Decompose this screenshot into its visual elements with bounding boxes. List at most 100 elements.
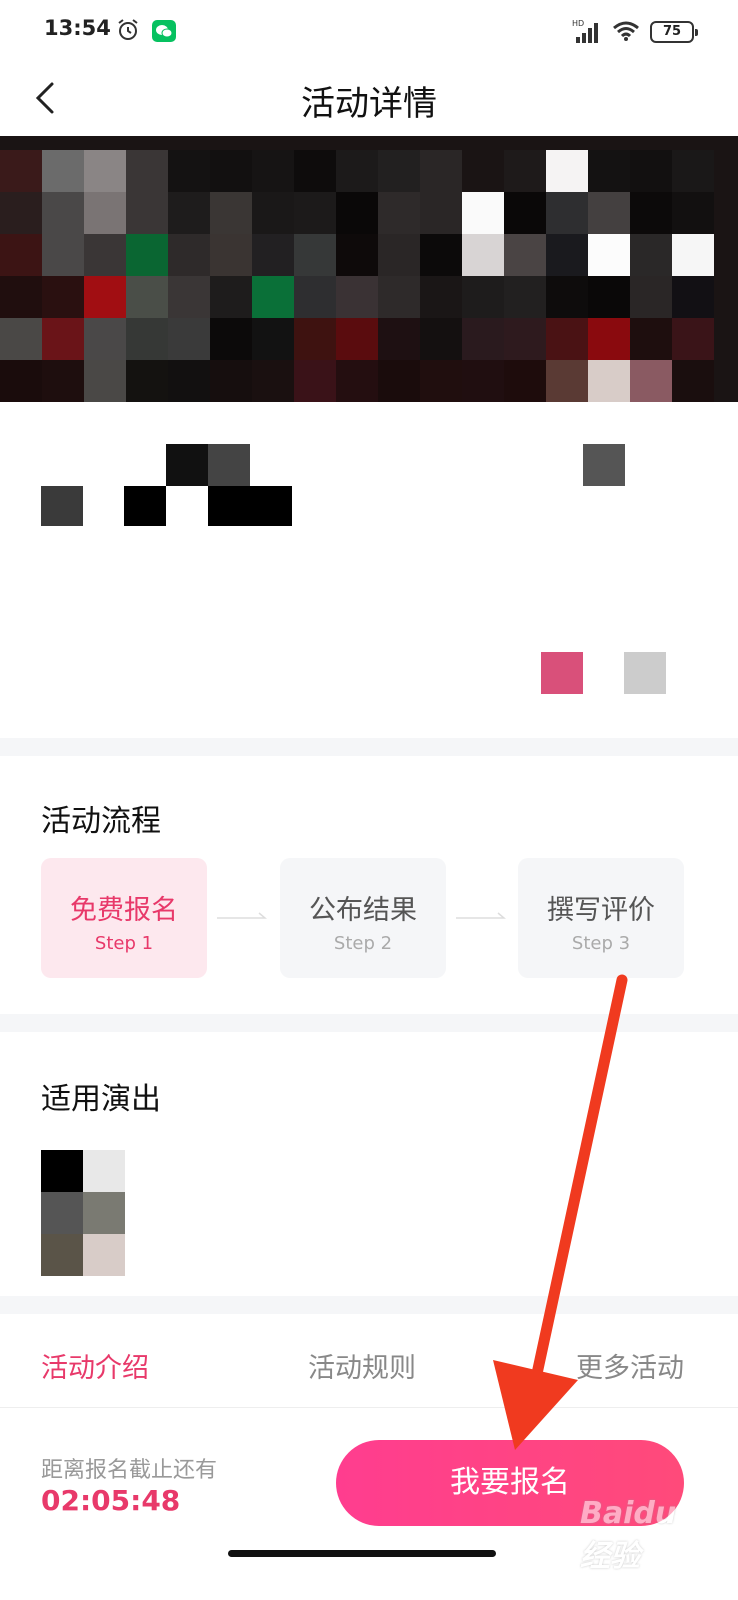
banner-pixel	[504, 318, 546, 360]
banner-pixel	[42, 192, 84, 234]
banner-pixel	[672, 318, 714, 360]
banner-pixel	[210, 276, 252, 318]
banner-pixel	[588, 150, 630, 192]
detail-tabs: 活动介绍 活动规则 更多活动	[0, 1318, 738, 1408]
banner-pixel	[168, 318, 210, 360]
banner-pixel	[126, 150, 168, 192]
battery-icon: 75	[650, 21, 698, 43]
banner-pixel	[42, 360, 84, 402]
banner-pixel	[336, 360, 378, 402]
banner-pixel	[336, 234, 378, 276]
activity-banner-image	[0, 136, 738, 402]
banner-pixel	[630, 318, 672, 360]
battery-level: 75	[662, 24, 682, 39]
signal-icon: HD	[572, 19, 598, 43]
home-indicator[interactable]	[228, 1550, 496, 1557]
arrow-right-icon	[217, 912, 267, 919]
banner-pixel	[378, 318, 420, 360]
banner-pixel	[588, 360, 630, 402]
banner-pixel	[42, 150, 84, 192]
step-card-review[interactable]: 撰写评价 Step 3	[518, 858, 684, 978]
banner-pixel	[546, 360, 588, 402]
banner-pixel	[420, 360, 462, 402]
banner-pixel	[672, 360, 714, 402]
section-divider	[0, 1014, 738, 1032]
banner-pixel	[294, 234, 336, 276]
banner-pixel	[84, 150, 126, 192]
tab-rules[interactable]: 活动规则	[308, 1346, 416, 1385]
banner-pixel	[378, 234, 420, 276]
step-name: 撰写评价	[547, 895, 655, 926]
tab-more[interactable]: 更多活动	[576, 1346, 684, 1385]
step-name: 公布结果	[309, 895, 417, 926]
step-card-signup[interactable]: 免费报名 Step 1	[41, 858, 207, 978]
banner-pixel	[42, 234, 84, 276]
banner-pixel	[336, 276, 378, 318]
banner-pixel	[546, 318, 588, 360]
censored-block	[83, 1150, 125, 1192]
section-divider	[0, 738, 738, 756]
banner-pixel	[210, 360, 252, 402]
banner-pixel	[210, 150, 252, 192]
banner-pixel	[672, 276, 714, 318]
banner-pixel	[126, 360, 168, 402]
banner-pixel	[0, 360, 42, 402]
censored-block	[624, 652, 666, 694]
censored-block	[41, 1234, 83, 1276]
banner-pixel	[462, 276, 504, 318]
banner-pixel	[84, 192, 126, 234]
banner-pixel	[210, 234, 252, 276]
banner-pixel	[462, 318, 504, 360]
censored-block	[208, 486, 292, 526]
banner-pixel	[252, 192, 294, 234]
network-badge: HD	[572, 19, 584, 28]
banner-pixel	[378, 276, 420, 318]
step-name: 免费报名	[70, 895, 178, 926]
banner-pixel	[126, 234, 168, 276]
banner-pixel	[462, 234, 504, 276]
banner-pixel	[294, 318, 336, 360]
banner-pixel	[504, 150, 546, 192]
banner-pixel	[588, 234, 630, 276]
censored-block	[83, 1192, 125, 1234]
censored-block	[41, 1150, 83, 1192]
alarm-icon	[118, 19, 138, 40]
banner-pixel	[0, 192, 42, 234]
section-divider	[0, 1296, 738, 1314]
banner-pixel	[294, 276, 336, 318]
page-title: 活动详情	[301, 84, 437, 124]
deadline-label: 距离报名截止还有	[41, 1458, 218, 1483]
deadline-countdown: 02:05:48	[41, 1484, 181, 1517]
censored-block	[41, 1192, 83, 1234]
banner-pixel	[420, 318, 462, 360]
banner-pixel	[672, 234, 714, 276]
banner-pixel	[0, 150, 42, 192]
banner-pixel	[168, 192, 210, 234]
banner-pixel	[588, 318, 630, 360]
banner-pixel	[420, 234, 462, 276]
banner-pixel	[0, 276, 42, 318]
banner-pixel	[336, 318, 378, 360]
banner-pixel	[84, 360, 126, 402]
banner-pixel	[504, 360, 546, 402]
status-bar: 13:54 HD 75	[0, 0, 738, 64]
banner-pixel	[84, 234, 126, 276]
step-number: Step 2	[333, 933, 393, 954]
banner-pixel	[546, 276, 588, 318]
banner-pixel	[0, 318, 42, 360]
nav-bar: 活动详情	[0, 64, 738, 134]
banner-pixel	[336, 192, 378, 234]
banner-pixel	[336, 150, 378, 192]
censored-block	[208, 444, 250, 486]
step-number: Step 3	[571, 933, 631, 954]
banner-pixel	[588, 192, 630, 234]
banner-pixel	[630, 192, 672, 234]
status-time: 13:54	[44, 16, 111, 40]
banner-pixel	[588, 276, 630, 318]
banner-pixel	[672, 150, 714, 192]
performance-thumbnail[interactable]	[41, 1136, 125, 1276]
step-card-results[interactable]: 公布结果 Step 2	[280, 858, 446, 978]
banner-pixel	[378, 192, 420, 234]
tab-intro[interactable]: 活动介绍	[41, 1346, 149, 1385]
banner-pixel	[84, 276, 126, 318]
